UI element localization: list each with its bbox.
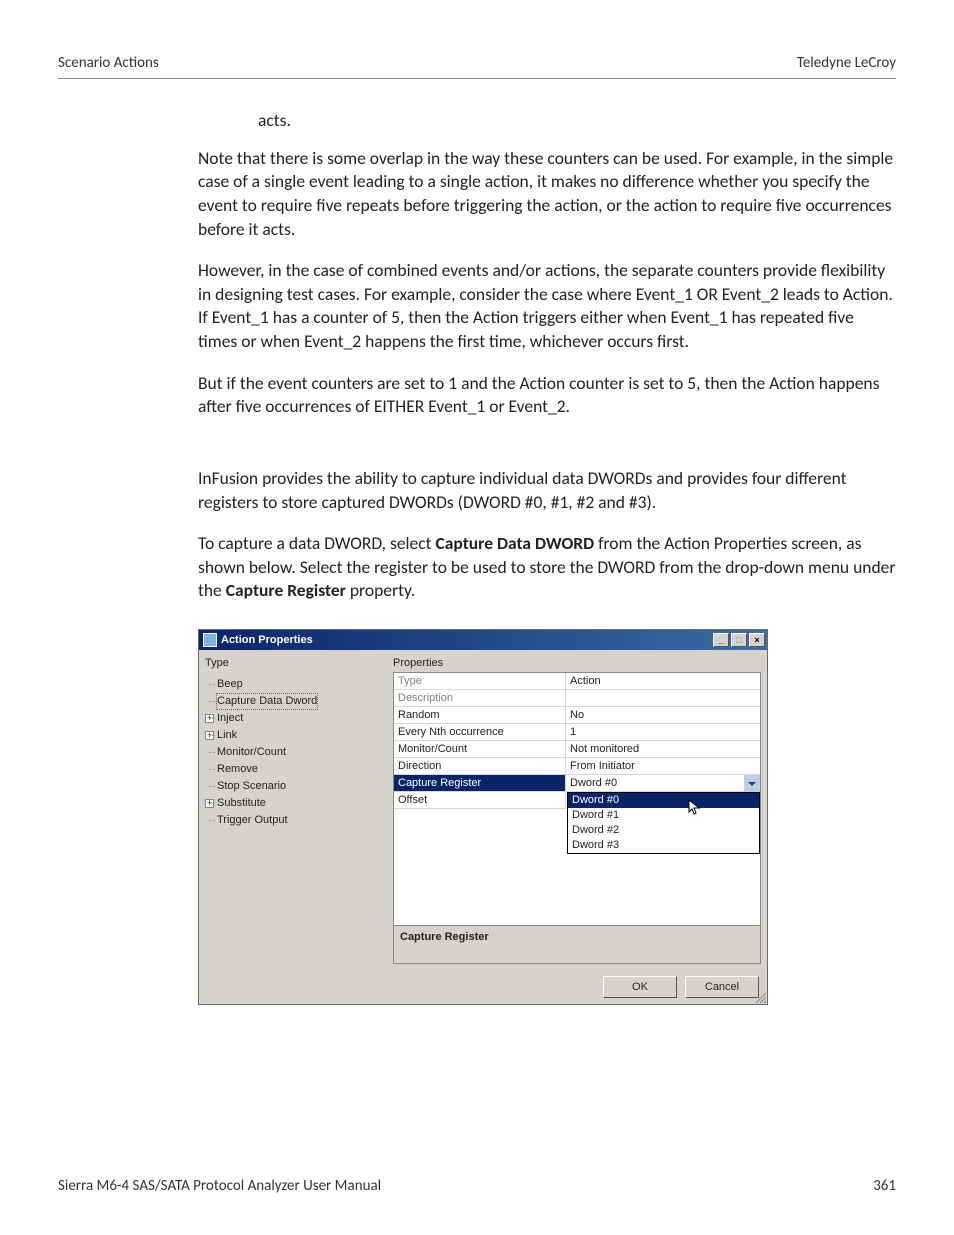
action-properties-dialog: Action Properties _ □ × Type Beep Captur…: [198, 629, 768, 1005]
type-tree: Beep Capture Data Dword +Inject +Link Mo…: [205, 672, 393, 829]
prop-row-type[interactable]: Type Action: [394, 673, 760, 690]
p5-bold-2: Capture Register: [226, 579, 346, 601]
dropdown-option-dword1[interactable]: Dword #1: [568, 808, 759, 823]
paragraph-4: InFusion provides the ability to capture…: [198, 467, 896, 514]
prop-key: Description: [394, 690, 566, 706]
tree-item-inject[interactable]: +Inject: [217, 710, 393, 727]
prop-row-monitor-count[interactable]: Monitor/Count Not monitored: [394, 741, 760, 758]
prop-key: Direction: [394, 758, 566, 774]
prop-val: From Initiator: [566, 758, 760, 774]
dropdown-option-dword2[interactable]: Dword #2: [568, 823, 759, 838]
body-text: acts. Note that there is some overlap in…: [58, 109, 896, 1005]
cursor-icon: [688, 799, 702, 817]
cancel-button[interactable]: Cancel: [685, 976, 759, 998]
prop-key: Type: [394, 673, 566, 689]
prop-val[interactable]: Dword #0: [566, 775, 760, 791]
prop-row-description[interactable]: Description: [394, 690, 760, 707]
prop-row-direction[interactable]: Direction From Initiator: [394, 758, 760, 775]
header-right: Teledyne LeCroy: [797, 54, 896, 72]
property-description-box: Capture Register: [393, 926, 761, 964]
page-footer: Sierra M6-4 SAS/SATA Protocol Analyzer U…: [58, 1177, 896, 1195]
capture-register-dropdown[interactable]: Dword #0 Dword #1 Dword #2 Dword #3: [567, 792, 760, 854]
dialog-title: Action Properties: [221, 633, 313, 648]
paragraph-1: Note that there is some overlap in the w…: [198, 147, 896, 242]
ok-button[interactable]: OK: [603, 976, 677, 998]
header-left: Scenario Actions: [58, 54, 159, 72]
prop-row-capture-register[interactable]: Capture Register Dword #0: [394, 775, 760, 792]
page-header: Scenario Actions Teledyne LeCroy: [58, 54, 896, 78]
dropdown-option-dword3[interactable]: Dword #3: [568, 838, 759, 853]
prop-val: Not monitored: [566, 741, 760, 757]
dropdown-button[interactable]: [744, 775, 760, 792]
tree-item-monitor-count[interactable]: Monitor/Count: [217, 744, 393, 761]
tree-item-beep[interactable]: Beep: [217, 676, 393, 693]
footer-page-number: 361: [873, 1177, 896, 1195]
expand-icon[interactable]: +: [205, 731, 214, 740]
prop-row-random[interactable]: Random No: [394, 707, 760, 724]
prop-key: Capture Register: [394, 775, 566, 791]
p5-run-e: property.: [346, 579, 415, 601]
properties-grid: Type Action Description Random No Eve: [393, 672, 761, 926]
tree-item-link[interactable]: +Link: [217, 727, 393, 744]
type-section-label: Type: [205, 656, 393, 672]
tree-item-capture-data-dword[interactable]: Capture Data Dword: [217, 693, 393, 710]
prop-val: [566, 690, 760, 706]
tree-item-trigger-output[interactable]: Trigger Output: [217, 812, 393, 829]
tree-item-stop-scenario[interactable]: Stop Scenario: [217, 778, 393, 795]
property-description-title: Capture Register: [400, 931, 489, 943]
p5-bold-1: Capture Data DWORD: [435, 532, 594, 554]
prop-key: Random: [394, 707, 566, 723]
fragment-line: acts.: [198, 109, 896, 133]
prop-key: Monitor/Count: [394, 741, 566, 757]
tree-item-remove[interactable]: Remove: [217, 761, 393, 778]
prop-val: No: [566, 707, 760, 723]
close-button[interactable]: ×: [749, 633, 765, 647]
prop-val: Action: [566, 673, 760, 689]
resize-grip-icon[interactable]: [754, 991, 766, 1003]
expand-icon[interactable]: +: [205, 714, 214, 723]
prop-key: Every Nth occurrence: [394, 724, 566, 740]
paragraph-3: But if the event counters are set to 1 a…: [198, 372, 896, 419]
maximize-button[interactable]: □: [731, 633, 747, 647]
properties-section-label: Properties: [393, 656, 761, 672]
p5-run-a: To capture a data DWORD, select: [198, 532, 435, 554]
prop-key: Offset: [394, 792, 566, 808]
prop-val: 1: [566, 724, 760, 740]
tree-item-substitute[interactable]: +Substitute: [217, 795, 393, 812]
header-rule: [58, 78, 896, 79]
footer-left: Sierra M6-4 SAS/SATA Protocol Analyzer U…: [58, 1177, 381, 1195]
capture-register-value: Dword #0: [570, 777, 617, 789]
dropdown-option-dword0[interactable]: Dword #0: [568, 793, 759, 808]
paragraph-2: However, in the case of combined events …: [198, 259, 896, 354]
minimize-button[interactable]: _: [713, 633, 729, 647]
expand-icon[interactable]: +: [205, 799, 214, 808]
paragraph-5: To capture a data DWORD, select Capture …: [198, 532, 896, 603]
dialog-titlebar[interactable]: Action Properties _ □ ×: [199, 630, 767, 650]
prop-row-every-nth[interactable]: Every Nth occurrence 1: [394, 724, 760, 741]
app-icon: [203, 633, 217, 647]
